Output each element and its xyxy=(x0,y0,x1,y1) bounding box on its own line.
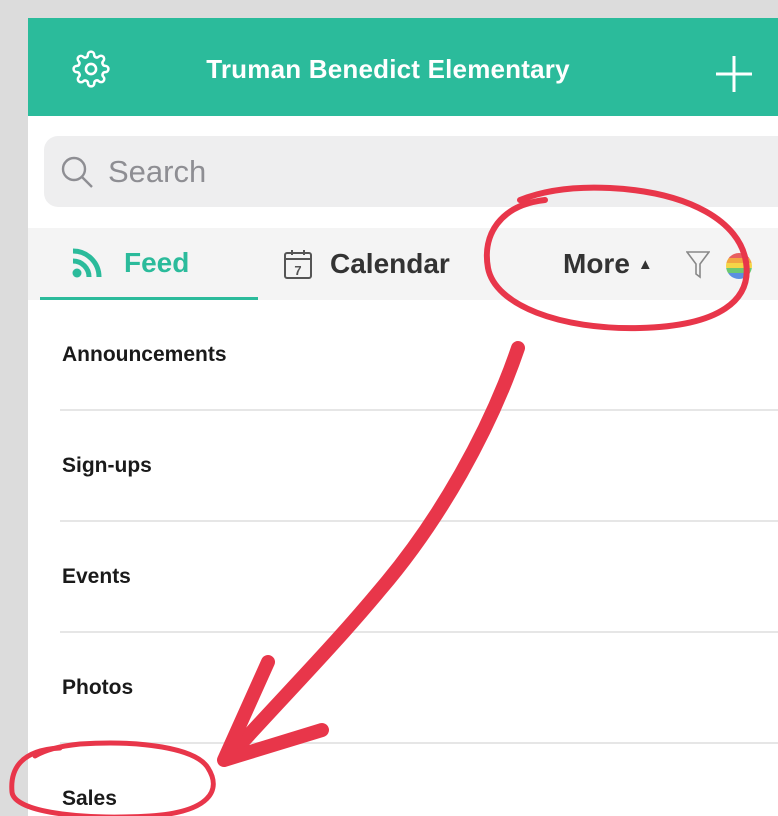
search-input[interactable] xyxy=(106,149,710,195)
plus-icon[interactable] xyxy=(714,54,754,94)
tab-feed[interactable]: Feed xyxy=(40,228,258,300)
triangle-up-icon: ▲ xyxy=(637,255,653,273)
rss-icon xyxy=(72,248,102,277)
tab-more-label: More xyxy=(563,248,630,279)
rainbow-avatar-icon xyxy=(726,253,752,279)
app-screen: Truman Benedict Elementary Feed xyxy=(28,18,778,816)
list-item[interactable]: Photos xyxy=(28,633,778,744)
page-title: Truman Benedict Elementary xyxy=(206,54,570,84)
list-item-label: Sign-ups xyxy=(62,454,152,477)
calendar-icon: 7 xyxy=(284,250,312,279)
tab-bar: Feed 7 Calendar More ▲ xyxy=(28,228,778,300)
list-item-label: Photos xyxy=(62,676,134,699)
avatar[interactable] xyxy=(726,253,752,279)
list-item-label: Announcements xyxy=(62,343,227,366)
search-section xyxy=(28,116,778,228)
search-bar[interactable] xyxy=(44,136,778,207)
list-item[interactable]: Sign-ups xyxy=(28,411,778,522)
filter-icon[interactable] xyxy=(686,250,710,280)
app-header: Truman Benedict Elementary xyxy=(28,18,778,116)
calendar-day: 7 xyxy=(294,263,301,278)
tab-calendar[interactable]: 7 Calendar xyxy=(284,228,450,300)
list-item[interactable]: Announcements xyxy=(28,300,778,411)
search-icon xyxy=(61,156,93,188)
more-menu-list: Announcements Sign-ups Events Photos Sal… xyxy=(28,300,778,816)
tab-feed-label: Feed xyxy=(124,246,190,278)
list-item-label: Events xyxy=(62,565,131,588)
tab-calendar-label: Calendar xyxy=(330,248,450,279)
list-item-label: Sales xyxy=(62,787,117,810)
tab-more[interactable]: More ▲ xyxy=(563,228,653,300)
list-item[interactable]: Sales xyxy=(28,744,778,816)
list-item[interactable]: Events xyxy=(28,522,778,633)
